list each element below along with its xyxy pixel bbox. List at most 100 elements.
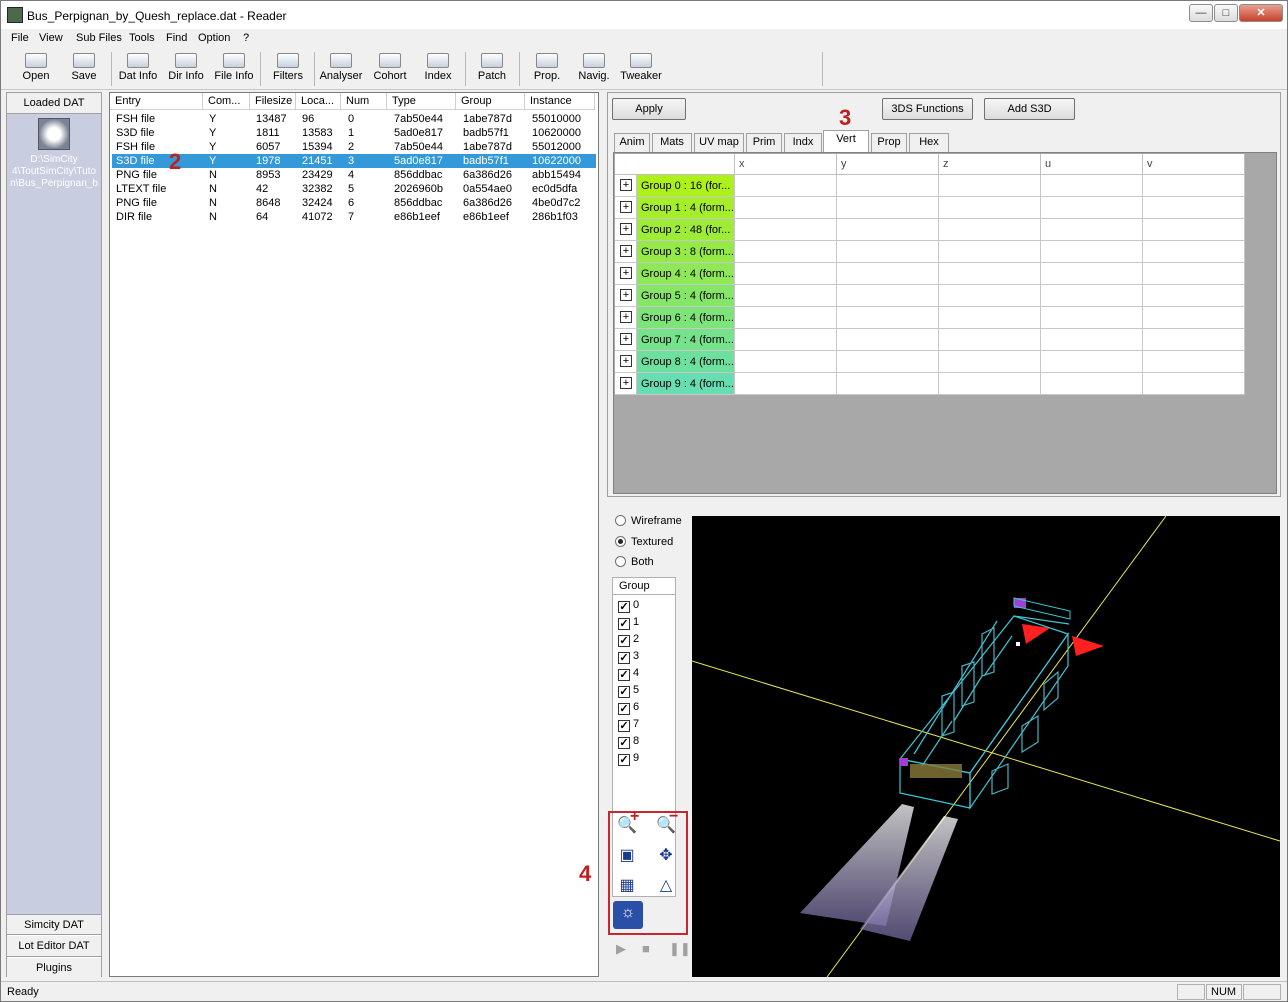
grid-cell[interactable] bbox=[939, 219, 1041, 241]
radio-wireframe[interactable]: Wireframe bbox=[615, 515, 682, 527]
tab-vert[interactable]: Vert bbox=[823, 130, 869, 152]
splitter[interactable] bbox=[601, 92, 606, 977]
col-num[interactable]: Num bbox=[341, 93, 387, 110]
grid-cell[interactable] bbox=[735, 219, 837, 241]
menu-file[interactable]: File bbox=[11, 32, 29, 44]
grid-cell[interactable] bbox=[1041, 175, 1143, 197]
group-checkbox[interactable]: ✓ 1 bbox=[618, 616, 639, 630]
dat-info-button[interactable]: Dat Info bbox=[115, 50, 161, 88]
grid-cell[interactable] bbox=[1143, 263, 1245, 285]
grid-cell[interactable] bbox=[939, 197, 1041, 219]
table-row[interactable]: S3D file Y 1978 21451 3 5ad0e817 badb57f1 10622… bbox=[112, 154, 596, 168]
grid-cell[interactable] bbox=[735, 197, 837, 219]
tab-mats[interactable]: Mats bbox=[652, 133, 692, 152]
maximize-button[interactable]: □ bbox=[1214, 4, 1238, 22]
grid-cell[interactable] bbox=[1143, 373, 1245, 395]
grid-cell[interactable] bbox=[1143, 175, 1245, 197]
add-s3d-button[interactable]: Add S3D bbox=[984, 98, 1075, 120]
expand-group-button[interactable]: + bbox=[615, 373, 637, 395]
filters-button[interactable]: Filters bbox=[267, 50, 309, 88]
grid-col-u[interactable]: u bbox=[1041, 154, 1143, 175]
simcity-dat-tab[interactable]: Simcity DAT bbox=[7, 914, 101, 935]
expand-group-button[interactable]: + bbox=[615, 241, 637, 263]
menu-sub-files[interactable]: Sub Files bbox=[76, 32, 122, 44]
group-row-label[interactable]: Group 6 : 4 (form... bbox=[637, 307, 735, 329]
file-info-button[interactable]: File Info bbox=[212, 50, 256, 88]
grid-cell[interactable] bbox=[837, 285, 939, 307]
dir-info-button[interactable]: Dir Info bbox=[165, 50, 207, 88]
grid-cell[interactable] bbox=[939, 351, 1041, 373]
grid-cell[interactable] bbox=[735, 329, 837, 351]
grid-cell[interactable] bbox=[1143, 329, 1245, 351]
grid-cell[interactable] bbox=[1041, 329, 1143, 351]
col-group[interactable]: Group bbox=[456, 93, 525, 110]
group-checkbox[interactable]: ✓ 7 bbox=[618, 718, 639, 732]
tab-prop[interactable]: Prop bbox=[871, 133, 907, 152]
grid-cell[interactable] bbox=[1143, 197, 1245, 219]
index-button[interactable]: Index bbox=[419, 50, 457, 88]
save-button[interactable]: Save bbox=[63, 50, 105, 88]
grid-cell[interactable] bbox=[837, 373, 939, 395]
expand-group-button[interactable]: + bbox=[615, 263, 637, 285]
grid-cell[interactable] bbox=[1041, 263, 1143, 285]
grid-cell[interactable] bbox=[735, 307, 837, 329]
group-row-label[interactable]: Group 1 : 4 (form... bbox=[637, 197, 735, 219]
grid-cell[interactable] bbox=[735, 241, 837, 263]
grid-cell[interactable] bbox=[939, 263, 1041, 285]
3d-viewport[interactable] bbox=[692, 516, 1280, 977]
grid-cell[interactable] bbox=[1143, 351, 1245, 373]
grid-cell[interactable] bbox=[837, 197, 939, 219]
tab-indx[interactable]: Indx bbox=[784, 133, 822, 152]
group-row-label[interactable]: Group 5 : 4 (form... bbox=[637, 285, 735, 307]
minimize-button[interactable]: — bbox=[1189, 4, 1213, 22]
menu-view[interactable]: View bbox=[39, 32, 63, 44]
dat-path[interactable]: D:\SimCity 4\ToutSimCity\Tuto n\Bus_Perp… bbox=[7, 154, 101, 190]
col-compressed[interactable]: Com... bbox=[203, 93, 250, 110]
grid-cell[interactable] bbox=[735, 373, 837, 395]
plugins-tab[interactable]: Plugins bbox=[7, 958, 101, 979]
group-checkbox[interactable]: ✓ 0 bbox=[618, 599, 639, 613]
grid-cell[interactable] bbox=[1041, 241, 1143, 263]
radio-textured[interactable]: Textured bbox=[615, 536, 673, 548]
perspective-icon[interactable]: △ bbox=[654, 874, 678, 898]
group-checkbox[interactable]: ✓ 4 bbox=[618, 667, 639, 681]
menu-find[interactable]: Find bbox=[166, 32, 187, 44]
group-header[interactable]: Group bbox=[613, 578, 675, 595]
grid-cell[interactable] bbox=[1143, 285, 1245, 307]
grid-cell[interactable] bbox=[939, 241, 1041, 263]
grid-cell[interactable] bbox=[939, 329, 1041, 351]
grid-cell[interactable] bbox=[939, 175, 1041, 197]
menu-tools[interactable]: Tools bbox=[129, 32, 155, 44]
grid-cell[interactable] bbox=[735, 263, 837, 285]
group-row-label[interactable]: Group 0 : 16 (for... bbox=[637, 175, 735, 197]
group-checkbox[interactable]: ✓ 9 bbox=[618, 752, 639, 766]
grid-col-x[interactable]: x bbox=[735, 154, 837, 175]
loaded-dat-tab[interactable]: Loaded DAT bbox=[7, 93, 101, 114]
open-button[interactable]: Open bbox=[15, 50, 57, 88]
group-checkbox[interactable]: ✓ 8 bbox=[618, 735, 639, 749]
grid-cell[interactable] bbox=[837, 263, 939, 285]
stop-icon[interactable]: ■ bbox=[642, 941, 650, 956]
table-row[interactable]: LTEXT file N 42 32382 5 2026960b 0a554ae0 ec0d5… bbox=[112, 182, 596, 196]
group-checkbox[interactable]: ✓ 3 bbox=[618, 650, 639, 664]
col-instance[interactable]: Instance bbox=[525, 93, 595, 110]
tab-prim[interactable]: Prim bbox=[746, 133, 782, 152]
expand-group-button[interactable]: + bbox=[615, 175, 637, 197]
lighting-icon[interactable]: ☼ bbox=[613, 901, 643, 929]
group-row-label[interactable]: Group 4 : 4 (form... bbox=[637, 263, 735, 285]
3ds-functions-button[interactable]: 3DS Functions bbox=[882, 98, 973, 120]
grid-cell[interactable] bbox=[939, 285, 1041, 307]
menu-help[interactable]: ? bbox=[243, 32, 249, 44]
grid-cell[interactable] bbox=[837, 329, 939, 351]
table-row[interactable]: DIR file N 64 41072 7 e86b1eef e86b1eef 286b1f0… bbox=[112, 210, 596, 224]
col-location[interactable]: Loca... bbox=[296, 93, 341, 110]
tab-hex[interactable]: Hex bbox=[909, 133, 949, 152]
table-row[interactable]: S3D file Y 1811 13583 1 5ad0e817 badb57f1 10620… bbox=[112, 126, 596, 140]
group-row-label[interactable]: Group 9 : 4 (form... bbox=[637, 373, 735, 395]
group-checkbox[interactable]: ✓ 5 bbox=[618, 684, 639, 698]
grid-cell[interactable] bbox=[1041, 351, 1143, 373]
expand-group-button[interactable]: + bbox=[615, 307, 637, 329]
grid-cell[interactable] bbox=[1041, 219, 1143, 241]
grid-cell[interactable] bbox=[837, 175, 939, 197]
grid-cell[interactable] bbox=[837, 241, 939, 263]
